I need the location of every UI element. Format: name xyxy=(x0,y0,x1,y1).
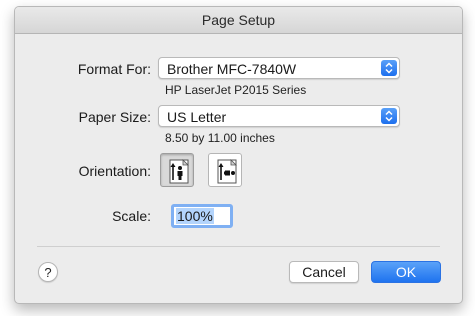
popup-stepper-icon xyxy=(381,108,397,124)
window-title: Page Setup xyxy=(15,7,462,34)
portrait-button[interactable] xyxy=(160,153,194,187)
portrait-orientation-icon xyxy=(169,159,189,184)
landscape-button[interactable] xyxy=(208,153,242,187)
ok-button[interactable]: OK xyxy=(371,261,441,283)
divider xyxy=(37,246,440,247)
help-button[interactable]: ? xyxy=(38,262,58,282)
format-for-value: Brother MFC-7840W xyxy=(167,61,297,77)
paper-size-label: Paper Size: xyxy=(78,109,151,125)
cancel-button[interactable]: Cancel xyxy=(289,261,359,283)
page-setup-dialog: Page Setup Format For: Brother MFC-7840W… xyxy=(14,6,463,304)
paper-size-value: US Letter xyxy=(167,109,227,125)
format-for-label: Format For: xyxy=(77,61,151,77)
paper-size-popup[interactable]: US Letter xyxy=(158,105,400,127)
scale-field[interactable]: 100% xyxy=(171,204,233,228)
format-for-popup[interactable]: Brother MFC-7840W xyxy=(158,57,400,79)
scale-label: Scale: xyxy=(112,208,151,224)
format-for-subtitle: HP LaserJet P2015 Series xyxy=(165,83,307,97)
landscape-orientation-icon xyxy=(217,159,237,184)
scale-value: 100% xyxy=(176,208,214,224)
paper-size-subtitle: 8.50 by 11.00 inches xyxy=(165,131,275,145)
popup-stepper-icon xyxy=(381,60,397,76)
orientation-label: Orientation: xyxy=(78,163,151,179)
